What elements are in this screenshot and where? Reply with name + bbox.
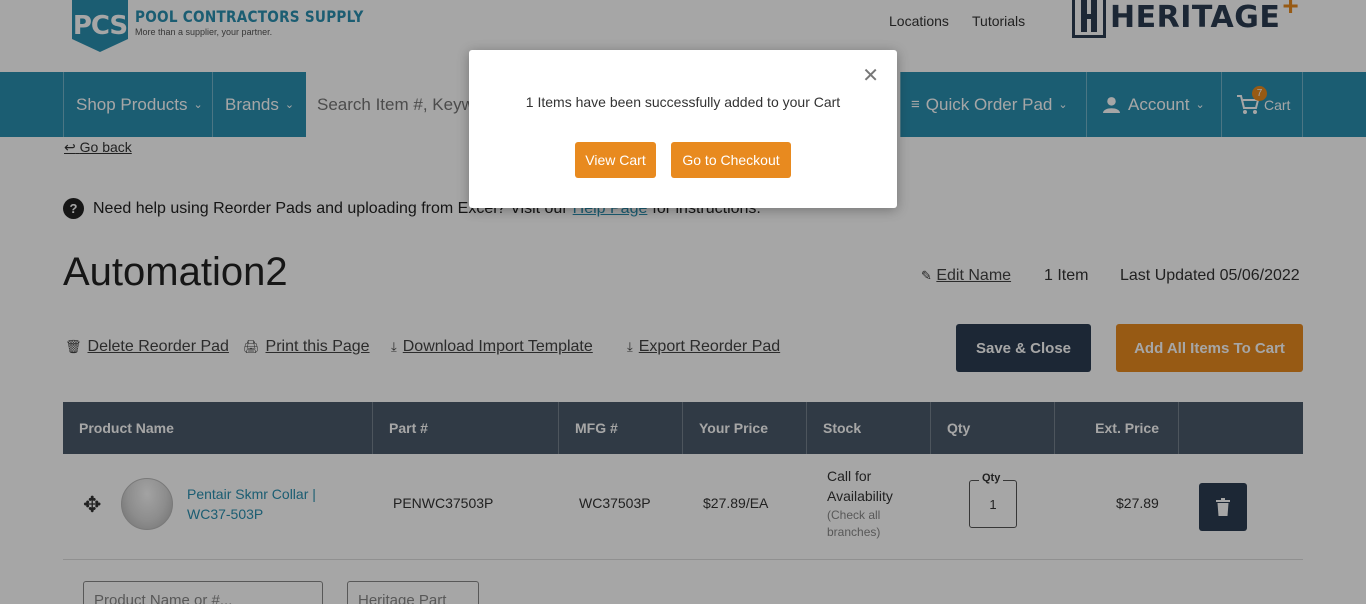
close-icon[interactable]: ✕ xyxy=(862,66,879,86)
view-cart-button[interactable]: View Cart xyxy=(575,142,656,178)
go-to-checkout-button[interactable]: Go to Checkout xyxy=(671,142,791,178)
added-to-cart-message: 1 Items have been successfully added to … xyxy=(525,94,841,110)
added-to-cart-dialog: ✕ 1 Items have been successfully added t… xyxy=(469,50,897,208)
